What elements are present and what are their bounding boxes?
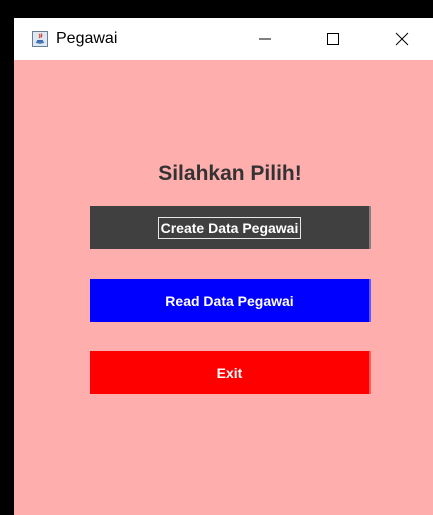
exit-button[interactable]: Exit — [90, 351, 371, 394]
read-data-pegawai-button[interactable]: Read Data Pegawai — [90, 279, 371, 322]
create-button-label: Create Data Pegawai — [157, 216, 302, 239]
maximize-icon — [327, 33, 339, 45]
minimize-button[interactable] — [242, 18, 288, 60]
title-bar[interactable]: Pegawai — [14, 18, 433, 60]
maximize-button[interactable] — [310, 18, 356, 60]
page-heading: Silahkan Pilih! — [158, 162, 302, 185]
close-icon — [395, 32, 409, 46]
app-window: Pegawai Silahkan Pilih! Create Data Pega… — [14, 18, 433, 515]
close-button[interactable] — [379, 18, 425, 60]
java-app-icon — [32, 31, 48, 47]
content-panel: Silahkan Pilih! Create Data Pegawai Read… — [14, 60, 433, 515]
minimize-icon — [259, 38, 271, 40]
exit-button-label: Exit — [216, 364, 243, 381]
create-data-pegawai-button[interactable]: Create Data Pegawai — [90, 206, 371, 249]
window-title: Pegawai — [56, 30, 118, 47]
screen-frame: Pegawai Silahkan Pilih! Create Data Pega… — [0, 0, 433, 515]
read-button-label: Read Data Pegawai — [165, 292, 294, 309]
